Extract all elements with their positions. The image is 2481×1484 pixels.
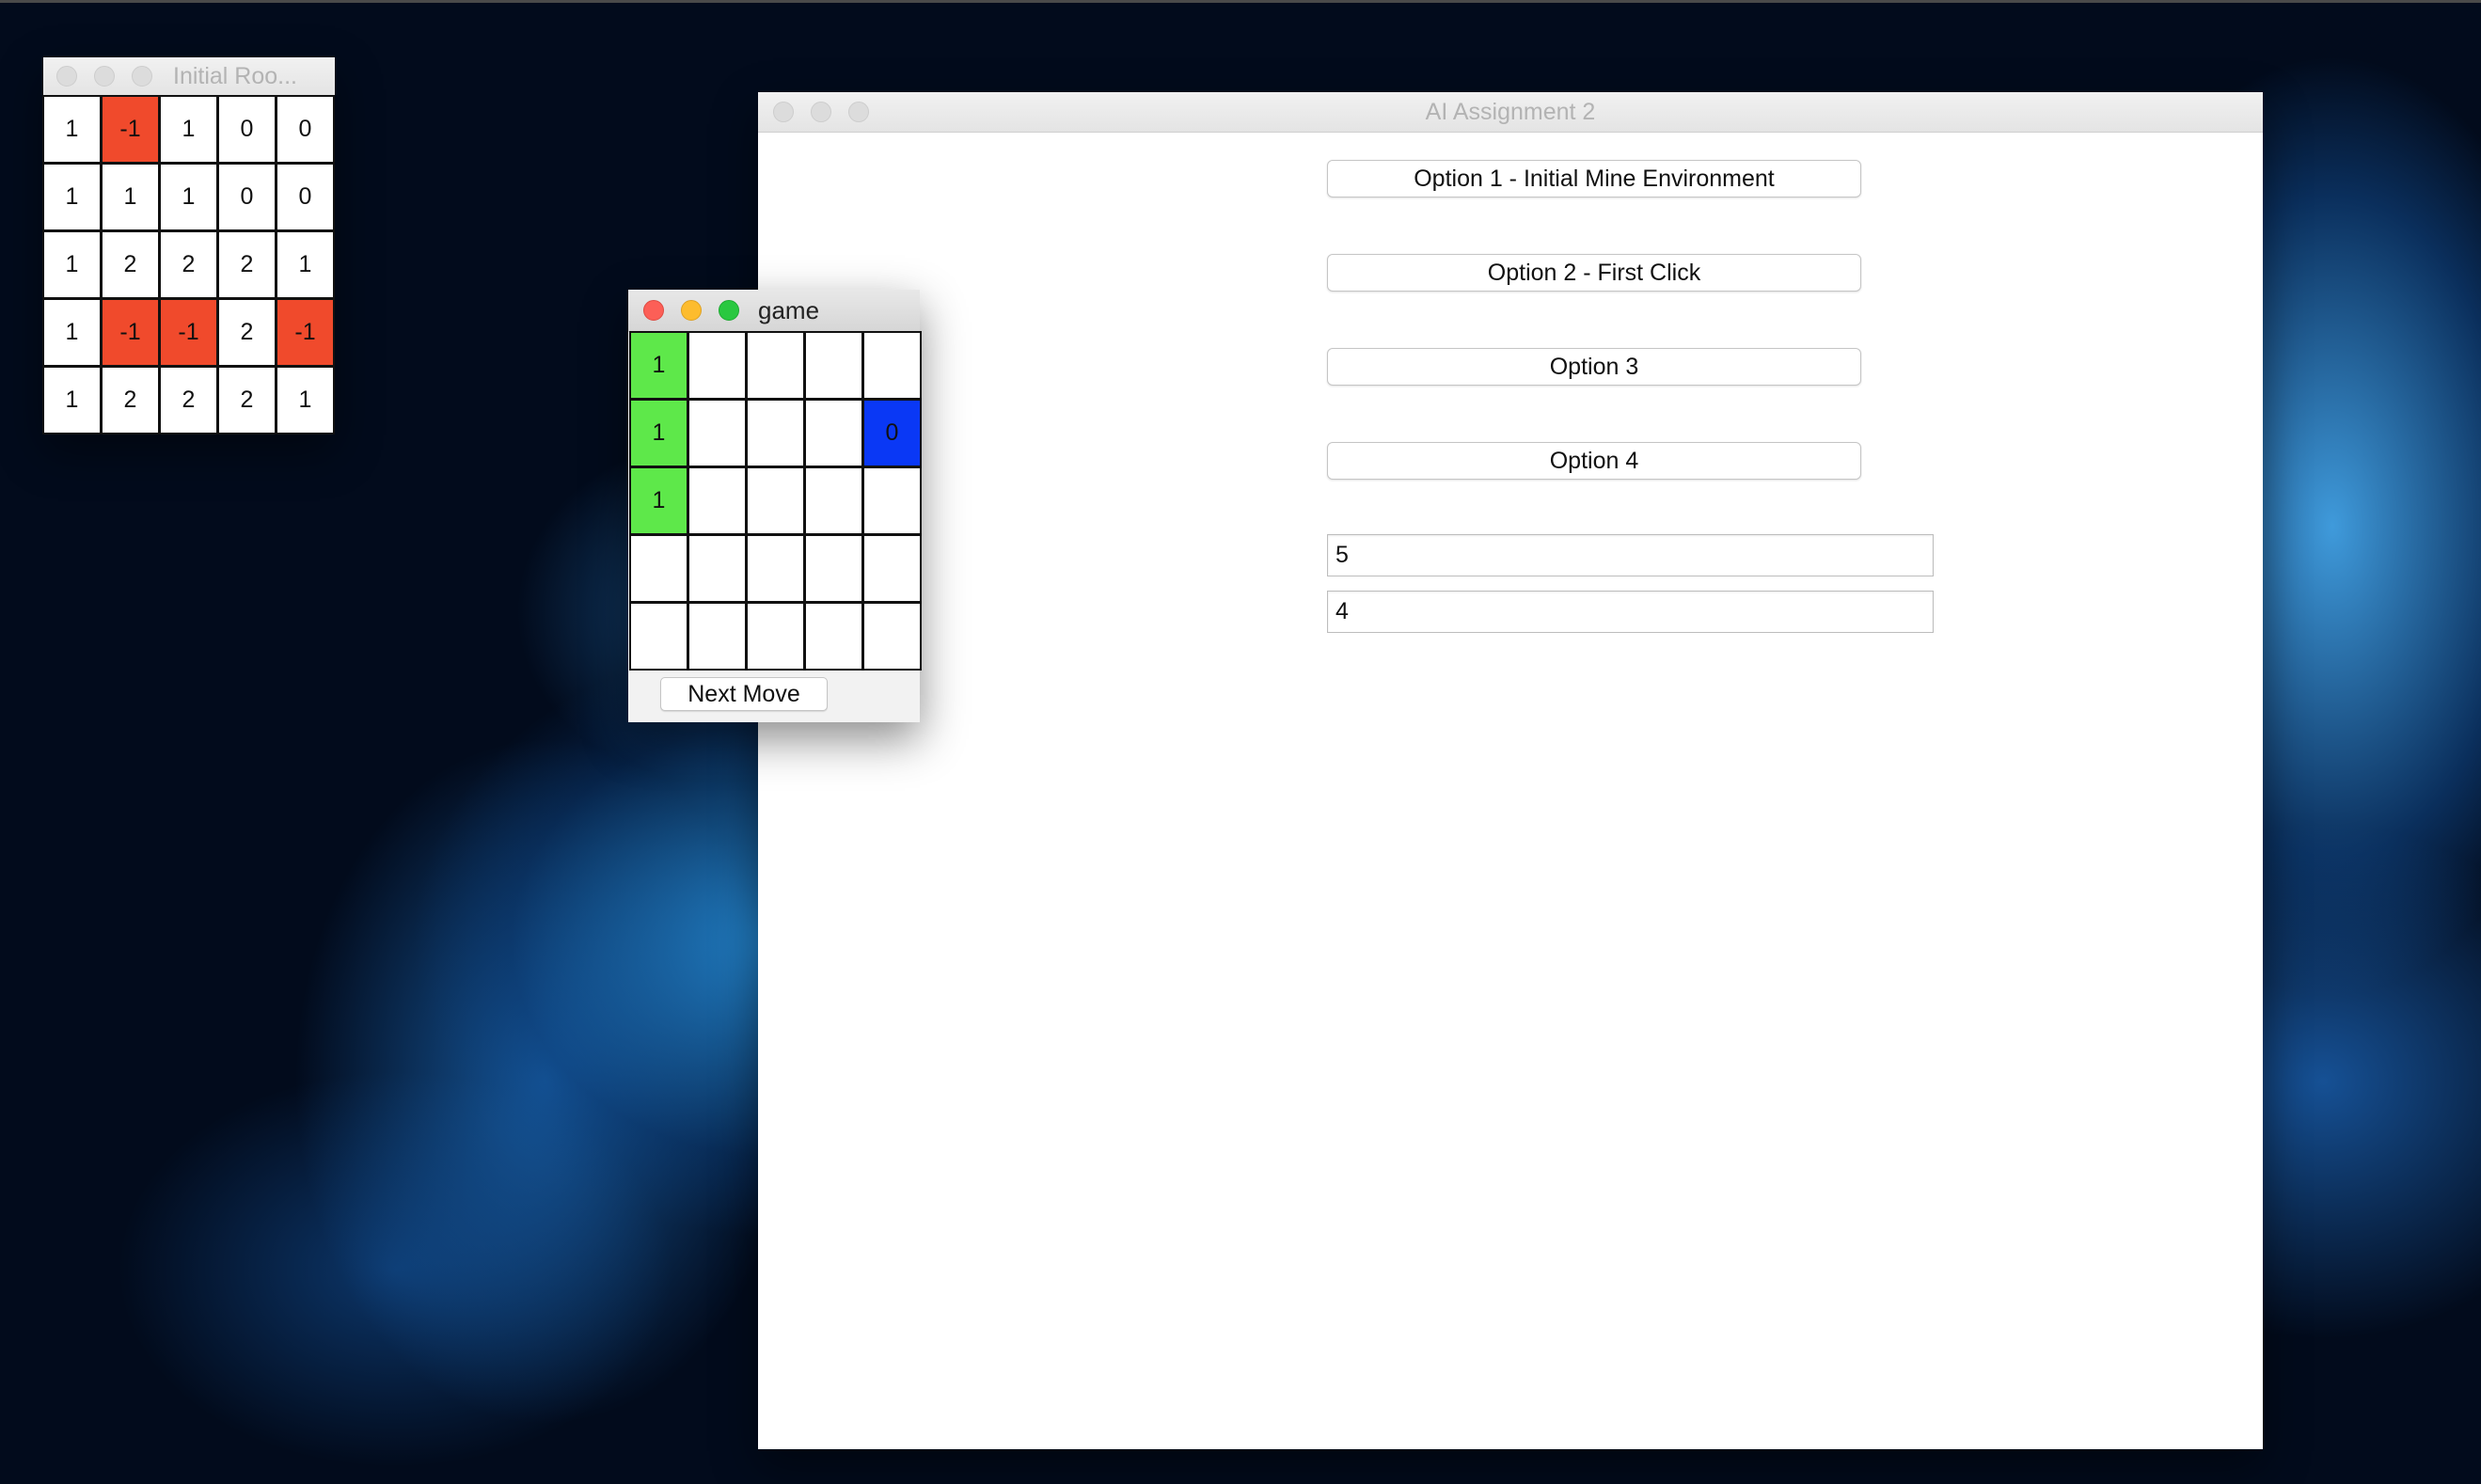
zoom-button[interactable] (132, 66, 152, 87)
grid-cell: 1 (42, 163, 102, 231)
grid-cell[interactable] (687, 331, 747, 400)
next-move-button[interactable]: Next Move (660, 677, 828, 711)
grid-cell: 1 (276, 366, 335, 434)
menu-bar-edge (0, 0, 2481, 3)
grid-cell: 1 (42, 230, 102, 299)
grid-cell[interactable] (746, 466, 805, 535)
game-grid: 1101 (629, 331, 922, 671)
grid-cell[interactable]: 1 (629, 466, 688, 535)
grid-cell: -1 (101, 95, 160, 164)
grid-cell[interactable] (804, 399, 863, 467)
grid-cell[interactable]: 0 (862, 399, 922, 467)
grid-cell[interactable] (746, 399, 805, 467)
grid-cell: 2 (159, 230, 218, 299)
grid-cell: 2 (217, 298, 277, 367)
grid-cell[interactable] (862, 602, 922, 671)
grid-cell[interactable] (862, 466, 922, 535)
grid-cell: 0 (217, 163, 277, 231)
grid-cell[interactable]: 1 (629, 399, 688, 467)
grid-cell[interactable] (804, 602, 863, 671)
grid-cell: 1 (159, 163, 218, 231)
grid-cell[interactable]: 1 (629, 331, 688, 400)
grid-cell: 1 (42, 298, 102, 367)
ai-assignment-window: AI Assignment 2 Option 1 - Initial Mine … (758, 92, 2263, 1449)
option-1-button[interactable]: Option 1 - Initial Mine Environment (1327, 160, 1861, 197)
rows-input[interactable]: 5 (1327, 534, 1934, 576)
grid-cell: 2 (101, 366, 160, 434)
initial-room-window: Initial Roo... 1 -1 1 0 0 1 1 1 0 0 1 2 2 2 1 1 -1 -1 2 -1 1… (42, 57, 335, 434)
main-window-title: AI Assignment 2 (1425, 99, 1596, 125)
close-button[interactable] (643, 300, 664, 321)
grid-cell: -1 (159, 298, 218, 367)
option-2-button[interactable]: Option 2 - First Click (1327, 254, 1861, 292)
grid-cell: 2 (159, 366, 218, 434)
grid-cell[interactable] (862, 331, 922, 400)
grid-cell: 2 (101, 230, 160, 299)
game-titlebar[interactable]: game (628, 290, 920, 332)
option-3-button[interactable]: Option 3 (1327, 348, 1861, 386)
grid-cell[interactable] (862, 534, 922, 603)
grid-cell: 0 (217, 95, 277, 164)
grid-cell[interactable] (629, 602, 688, 671)
grid-cell: 1 (42, 366, 102, 434)
zoom-button[interactable] (719, 300, 739, 321)
main-titlebar[interactable]: AI Assignment 2 (758, 92, 2263, 133)
game-window: game 1101 Next Move (628, 290, 922, 722)
columns-input[interactable]: 4 (1327, 591, 1934, 633)
grid-cell: 2 (217, 366, 277, 434)
grid-cell: -1 (276, 298, 335, 367)
minimize-button[interactable] (681, 300, 702, 321)
grid-cell[interactable] (804, 534, 863, 603)
grid-cell: 1 (101, 163, 160, 231)
grid-cell: 1 (159, 95, 218, 164)
grid-cell: 0 (276, 163, 335, 231)
initial-room-title: Initial Roo... (173, 63, 298, 89)
grid-cell: 0 (276, 95, 335, 164)
initial-room-titlebar[interactable]: Initial Roo... (43, 57, 335, 96)
grid-cell[interactable] (687, 466, 747, 535)
grid-cell: -1 (101, 298, 160, 367)
grid-cell[interactable] (746, 534, 805, 603)
option-4-button[interactable]: Option 4 (1327, 442, 1861, 480)
grid-cell[interactable] (746, 331, 805, 400)
grid-cell[interactable] (746, 602, 805, 671)
grid-cell[interactable] (804, 466, 863, 535)
grid-cell[interactable] (687, 399, 747, 467)
grid-cell[interactable] (804, 331, 863, 400)
grid-cell[interactable] (687, 602, 747, 671)
minimize-button[interactable] (94, 66, 115, 87)
grid-cell: 2 (217, 230, 277, 299)
grid-cell[interactable] (687, 534, 747, 603)
game-window-title: game (758, 296, 820, 324)
grid-cell: 1 (42, 95, 102, 164)
grid-cell[interactable] (629, 534, 688, 603)
initial-room-grid: 1 -1 1 0 0 1 1 1 0 0 1 2 2 2 1 1 -1 -1 2 -1 1 2 2 2 1 (42, 95, 335, 434)
grid-cell: 1 (276, 230, 335, 299)
close-button[interactable] (56, 66, 77, 87)
